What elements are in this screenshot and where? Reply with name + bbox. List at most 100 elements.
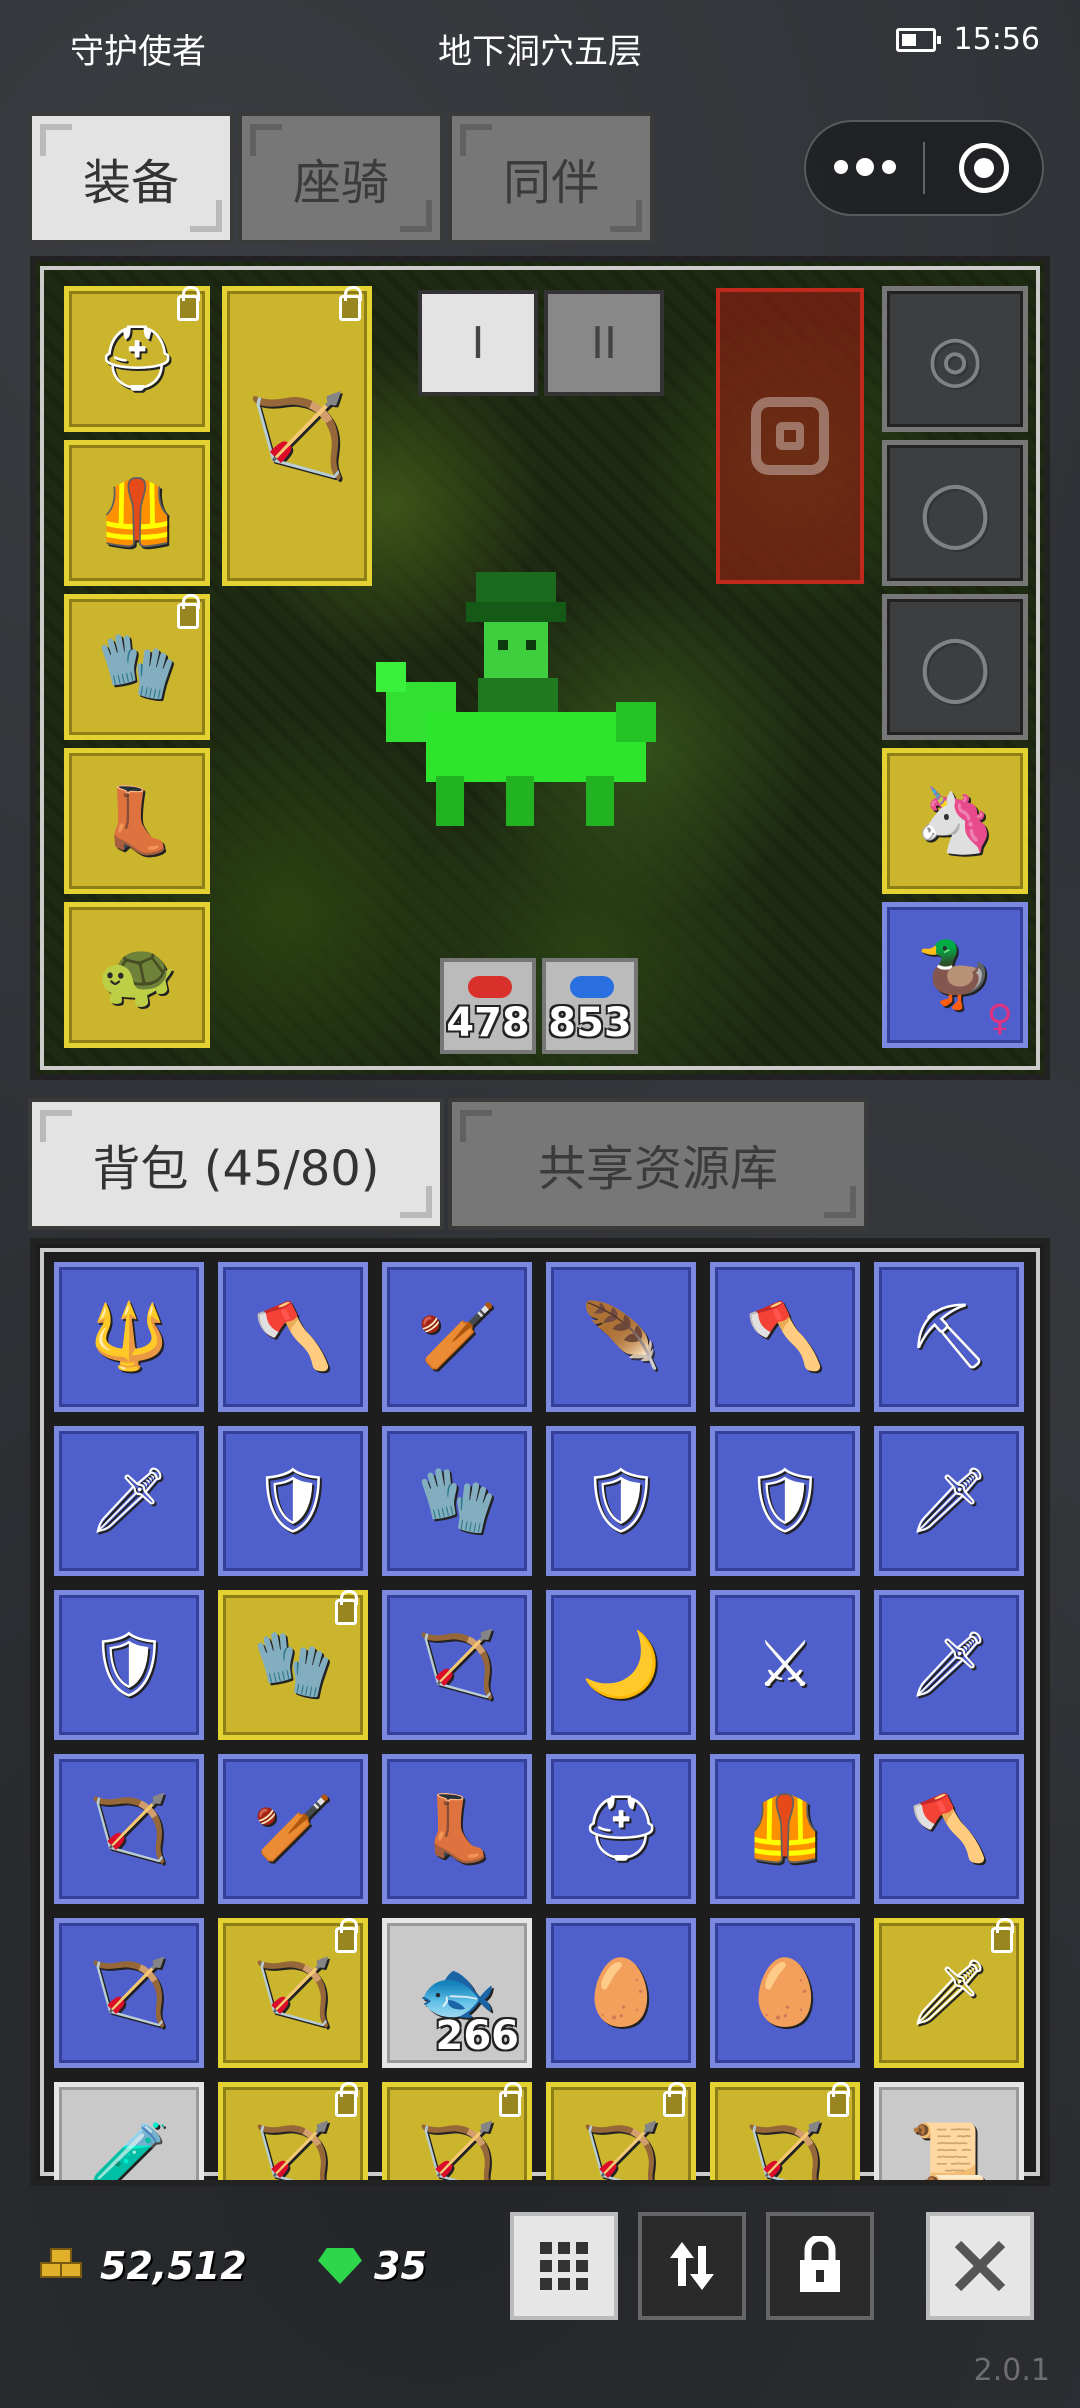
- tier-tab-2[interactable]: II: [544, 290, 664, 396]
- pickaxe-icon: ⛏: [908, 1300, 990, 1374]
- blue-potion-count: 853: [548, 1000, 632, 1046]
- spear-icon: 🗡: [908, 1628, 990, 1702]
- bag-slot[interactable]: ⚔: [710, 1590, 860, 1740]
- bag-slot[interactable]: 🌙: [546, 1590, 696, 1740]
- close-button[interactable]: [926, 2212, 1034, 2320]
- gold-counter: 52,512: [40, 2244, 247, 2288]
- bag-slot[interactable]: 🪓: [710, 1262, 860, 1412]
- bag-slot[interactable]: 📜: [874, 2082, 1024, 2186]
- banner-slot[interactable]: [716, 288, 864, 584]
- ring-icon: ◯: [919, 476, 991, 550]
- armor-icon: 🦺: [745, 1792, 825, 1866]
- slot-mount-gear[interactable]: 🐢: [64, 902, 210, 1048]
- close-miniprogram-icon[interactable]: [925, 143, 1042, 193]
- bag-slot[interactable]: 🧤: [218, 1590, 368, 1740]
- slot-companion[interactable]: 🦆 ♀: [882, 902, 1028, 1048]
- axe-icon: 🪓: [745, 1300, 825, 1374]
- trident-icon: 🔱: [89, 1300, 169, 1374]
- bag-slot[interactable]: 🧪: [54, 2082, 204, 2180]
- bag-slot[interactable]: 🏹: [54, 1754, 204, 1904]
- tab-backpack-label: 背包 (45/80): [92, 1141, 380, 1197]
- bag-slot[interactable]: ⛏: [874, 1262, 1024, 1412]
- grid-view-button[interactable]: [510, 2212, 618, 2320]
- sort-button[interactable]: [638, 2212, 746, 2320]
- bag-slot[interactable]: 🗡: [54, 1426, 204, 1576]
- tab-equipment[interactable]: 装备: [28, 112, 234, 244]
- bag-slot[interactable]: 🏹: [218, 1918, 368, 2068]
- bag-slot[interactable]: 🥚: [546, 1918, 696, 2068]
- feather-icon: 🪶: [581, 1300, 661, 1374]
- slot-helmet[interactable]: ⛑: [64, 286, 210, 432]
- battery-icon: [895, 27, 941, 52]
- backpack-grid: 🔱 🪓 🏏 🪶 🪓 ⛏ 🗡 🛡 🧤 🛡 🛡 🗡 🛡 🧤 🏹 🌙 ⚔ 🗡 🏹 🏏 👢 ⛑ 🦺 🪓 🏹 🏹 🐟 266 🥚 🥚 🗡 🧪 🏹 🏹 🏹 🏹 📜: [30, 1238, 1050, 2186]
- bag-slot[interactable]: 🥚: [710, 1918, 860, 2068]
- bag-slot[interactable]: 🏏: [218, 1754, 368, 1904]
- bag-slot[interactable]: 🦺: [710, 1754, 860, 1904]
- bag-slot[interactable]: 🏏: [382, 1262, 532, 1412]
- bag-slot[interactable]: 🗡: [874, 1590, 1024, 1740]
- bag-slot[interactable]: 🔱: [54, 1262, 204, 1412]
- tab-companion[interactable]: 同伴: [448, 112, 654, 244]
- ring-icon: ◯: [919, 630, 991, 704]
- lock-icon: [335, 2082, 358, 2117]
- tab-shared-storage[interactable]: 共享资源库: [448, 1098, 868, 1230]
- bag-slot[interactable]: 🏹: [382, 1590, 532, 1740]
- bag-slot[interactable]: 🪓: [874, 1754, 1024, 1904]
- bag-slot[interactable]: 🧤: [382, 1426, 532, 1576]
- bag-slot[interactable]: 🛡: [54, 1590, 204, 1740]
- bag-slot[interactable]: 🗡: [874, 1918, 1024, 2068]
- slot-armor[interactable]: 🦺: [64, 440, 210, 586]
- bag-slot[interactable]: 🛡: [710, 1426, 860, 1576]
- slot-weapon[interactable]: 🏹: [222, 286, 372, 586]
- crossbow-icon: 🏹: [247, 389, 347, 482]
- round-shield-icon: 🛡: [88, 1628, 170, 1702]
- crossbow-icon: 🏹: [89, 1956, 169, 2030]
- bag-slot[interactable]: 🪓: [218, 1262, 368, 1412]
- boots-icon: 👢: [97, 784, 177, 858]
- tab-backpack[interactable]: 背包 (45/80): [28, 1098, 444, 1230]
- bag-slot[interactable]: 🏹: [382, 2082, 532, 2186]
- target-icon: [751, 397, 829, 475]
- lock-icon: [339, 286, 362, 321]
- lock-icon: [499, 2082, 522, 2117]
- red-potion-count: 478: [446, 1000, 530, 1046]
- red-spear-icon: 🗡: [908, 1956, 990, 2030]
- tab-mount-label: 座骑: [292, 155, 389, 211]
- bag-slot[interactable]: 🐟 266: [382, 1918, 532, 2068]
- bag-slot[interactable]: 🛡: [218, 1426, 368, 1576]
- scroll-icon: 📜: [909, 2120, 989, 2186]
- bag-slot[interactable]: 👢: [382, 1754, 532, 1904]
- bow-icon: 🏹: [745, 2120, 825, 2186]
- slot-ring-1[interactable]: ◯: [882, 440, 1028, 586]
- axe-icon: 🪓: [909, 1792, 989, 1866]
- bag-slot[interactable]: 🛡: [546, 1426, 696, 1576]
- tab-mount[interactable]: 座骑: [238, 112, 444, 244]
- slot-pet[interactable]: 🦄: [882, 748, 1028, 894]
- bag-slot[interactable]: 🏹: [546, 2082, 696, 2180]
- round-shield-icon: 🛡: [252, 1464, 334, 1538]
- slot-gloves[interactable]: 🧤: [64, 594, 210, 740]
- lock-icon: [663, 2082, 686, 2117]
- more-menu-icon[interactable]: [806, 158, 923, 176]
- sort-icon: [670, 2242, 714, 2290]
- bag-slot[interactable]: 🏹: [54, 1918, 204, 2068]
- spotted-egg-icon: 🥚: [581, 1956, 661, 2030]
- blue-potion-counter: 853: [542, 958, 638, 1054]
- slot-amulet[interactable]: ◎: [882, 286, 1028, 432]
- tier-tab-1[interactable]: I: [418, 290, 538, 396]
- slot-ring-2[interactable]: ◯: [882, 594, 1028, 740]
- red-potion-icon: [468, 976, 512, 998]
- lock-icon: [177, 594, 200, 629]
- lock-button[interactable]: [766, 2212, 874, 2320]
- bag-slot[interactable]: 🗡: [874, 1426, 1024, 1576]
- bow-icon: 🏹: [417, 2120, 497, 2186]
- lock-icon: [991, 1918, 1014, 1953]
- turtle-icon: 🐢: [97, 938, 177, 1012]
- grid-icon: [540, 2242, 588, 2290]
- bag-slot[interactable]: 🪶: [546, 1262, 696, 1412]
- blue-potion-icon: [570, 976, 614, 998]
- slot-boots[interactable]: 👢: [64, 748, 210, 894]
- bag-slot[interactable]: 🏹: [218, 2082, 368, 2180]
- bag-slot[interactable]: 🏹: [710, 2082, 860, 2186]
- bag-slot[interactable]: ⛑: [546, 1754, 696, 1904]
